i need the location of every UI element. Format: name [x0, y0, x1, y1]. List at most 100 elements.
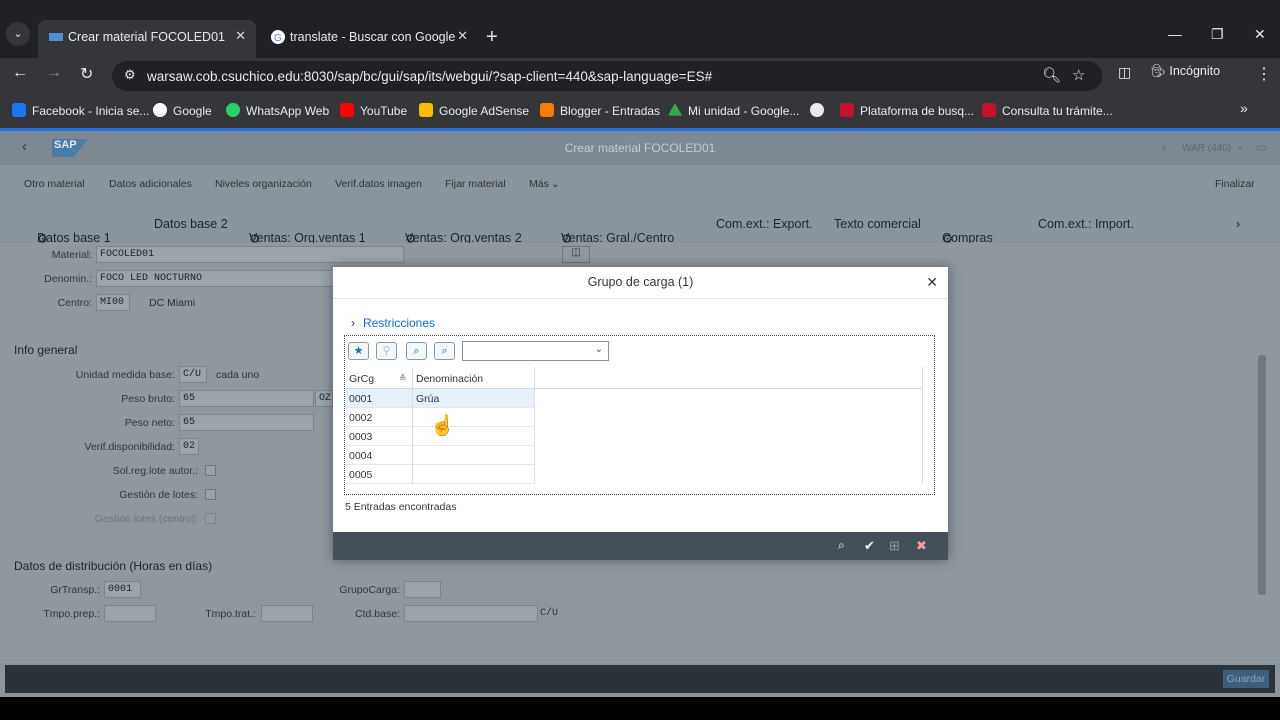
verif-disponibilidad-label: Verif.disponibilidad:	[84, 441, 175, 453]
minimize-icon[interactable]: —	[1168, 26, 1182, 42]
close-tab-icon[interactable]: ✕	[457, 28, 468, 44]
cancel-x-icon[interactable]: ✖	[916, 538, 927, 554]
unidad-medida-field[interactable]: C/U	[179, 366, 207, 383]
url-text: warsaw.cob.csuchico.edu:8030/sap/bc/gui/…	[147, 69, 713, 84]
column-denominacion[interactable]: Denominación	[416, 373, 483, 385]
sort-ascending-icon[interactable]: ≙	[399, 373, 407, 384]
dialog-footer: ⌕ ✔ ⊞ ✖	[333, 532, 948, 560]
dialog-title: Grupo de carga (1)	[587, 275, 694, 289]
address-bar[interactable]: ⚙ warsaw.cob.csuchico.edu:8030/sap/bc/gu…	[112, 61, 1102, 91]
solreg-lote-label: Sol.reg.lote autor.:	[112, 465, 198, 477]
bookmark-drive[interactable]: Mi unidad - Google...	[668, 103, 799, 118]
tab-comext-export[interactable]: Com.ext.: Export.	[716, 217, 813, 231]
bookmark-star-icon[interactable]: ☆	[1072, 66, 1085, 84]
otro-material-button[interactable]: Otro material	[24, 178, 85, 190]
fijar-material-button[interactable]: Fijar material	[445, 178, 506, 190]
forward-icon[interactable]: →	[46, 64, 62, 82]
gestion-lotes-centro-label: Gestión lotes (centro):	[94, 513, 198, 525]
grtransp-field[interactable]: 0001	[104, 581, 141, 598]
sap-tabs: ⚙ Datos base 1 Datos base 2 ⚙ Ventas: Or…	[0, 203, 1280, 246]
close-icon[interactable]: ✕	[926, 274, 938, 291]
search-plus-icon[interactable]: ⌕	[434, 342, 455, 360]
search-icon[interactable]: ⌕	[838, 538, 845, 553]
bookmark-adsense[interactable]: Google AdSense	[419, 103, 529, 118]
chevron-down-icon: ⌄	[551, 178, 560, 190]
back-icon[interactable]: ←	[12, 64, 28, 82]
browser-tab[interactable]: G translate - Buscar con Google ✕	[260, 20, 478, 58]
table-row[interactable]: 0005	[345, 465, 534, 484]
new-tab-icon[interactable]: +	[486, 26, 498, 49]
tab-strip: ⌄ Crear material FOCOLED01 ✕ G translate…	[0, 14, 1280, 58]
favorite-icon[interactable]: ★	[348, 342, 369, 360]
peso-neto-label: Peso neto:	[124, 417, 175, 429]
browser-toolbar: ← → ↻ ⚙ warsaw.cob.csuchico.edu:8030/sap…	[0, 58, 1280, 94]
side-panel-icon[interactable]: ◫	[1118, 64, 1131, 81]
confirm-check-icon[interactable]: ✔	[864, 538, 875, 554]
restricciones-toggle[interactable]: › Restricciones	[351, 316, 435, 330]
row-code: 0005	[349, 469, 373, 481]
bookmark-facebook[interactable]: Facebook - Inicia se...	[12, 103, 149, 118]
dialog-divider	[333, 298, 948, 299]
hand-cursor-icon: ☝	[430, 415, 455, 437]
bookmark-blogger[interactable]: Blogger - Entradas	[540, 103, 660, 118]
feedback-icon[interactable]: ▭	[1256, 140, 1267, 154]
zoom-icon[interactable]: 🔍︎	[1042, 66, 1061, 84]
table-row[interactable]: 0001 Grúa	[345, 389, 534, 408]
gestion-lotes-checkbox[interactable]	[205, 489, 216, 500]
peso-bruto-field[interactable]: 65	[179, 390, 314, 407]
grupocarga-field[interactable]	[404, 581, 441, 598]
solreg-lote-checkbox[interactable]	[205, 465, 216, 476]
tab-texto-comercial[interactable]: Texto comercial	[834, 217, 921, 231]
restore-icon[interactable]: ❐	[1211, 26, 1224, 43]
vertical-scrollbar[interactable]	[1258, 355, 1266, 595]
peso-neto-field[interactable]: 65	[179, 414, 314, 431]
ctd-base-label: Ctd.base:	[355, 608, 400, 620]
guardar-button[interactable]: Guardar	[1223, 670, 1269, 688]
bookmark-plataforma[interactable]: Plataforma de busq...	[840, 103, 974, 118]
bookmark-whatsapp[interactable]: WhatsApp Web	[226, 103, 329, 118]
tab-datos-base-2[interactable]: Datos base 2	[154, 217, 228, 231]
multi-select-icon[interactable]: ⊞	[889, 538, 900, 554]
niveles-organizacion-button[interactable]: Niveles organización	[215, 178, 312, 190]
material-field[interactable]: FOCOLED01	[96, 246, 404, 263]
layout-select[interactable]: ⌄	[462, 341, 609, 361]
google-icon	[153, 103, 167, 117]
chevron-down-icon[interactable]: ⌄	[1236, 141, 1244, 152]
tab-search-button[interactable]: ⌄	[6, 22, 30, 46]
mas-button[interactable]: Más	[529, 178, 549, 190]
bookmark-globe[interactable]	[810, 103, 830, 118]
key-icon[interactable]: ⚲	[376, 342, 397, 360]
details-toggle-icon[interactable]: ◫	[562, 246, 590, 263]
column-grcg[interactable]: GrCg	[349, 373, 374, 385]
incognito-label[interactable]: 🕵︎ Incógnito	[1150, 64, 1220, 79]
centro-field[interactable]: MI00	[96, 294, 130, 311]
close-window-icon[interactable]: ✕	[1254, 26, 1266, 43]
peso-unit-field[interactable]: OZ	[315, 390, 333, 407]
table-row[interactable]: 0004	[345, 446, 534, 465]
ctd-base-unit: C/U	[540, 608, 559, 619]
bookmark-google[interactable]: Google	[153, 103, 212, 118]
tabs-scroll-right-icon[interactable]: ›	[1236, 217, 1240, 231]
bookmark-consulta[interactable]: Consulta tu trámite...	[982, 103, 1113, 118]
column-divider	[412, 367, 413, 484]
datos-adicionales-button[interactable]: Datos adicionales	[109, 178, 192, 190]
verif-disponibilidad-field[interactable]: 02	[179, 438, 199, 455]
chevron-right-icon[interactable]: ›	[1162, 140, 1166, 154]
menu-icon[interactable]: ⋮	[1256, 64, 1272, 84]
verif-datos-imagen-button[interactable]: Verif.datos imagen	[335, 178, 422, 190]
search-icon[interactable]: ⌕	[406, 342, 427, 360]
close-tab-icon[interactable]: ✕	[235, 28, 246, 44]
bookmark-label: WhatsApp Web	[246, 104, 330, 118]
more-bookmarks-icon[interactable]: »	[1240, 100, 1248, 116]
gestion-lotes-centro-checkbox[interactable]	[205, 513, 216, 524]
tmpo-prep-field[interactable]	[104, 605, 156, 622]
bookmark-youtube[interactable]: YouTube	[340, 103, 407, 118]
system-label[interactable]: WAR (440)	[1182, 143, 1231, 154]
denominacion-field[interactable]: FOCO LED NOCTURNO	[96, 270, 336, 287]
finalizar-button[interactable]: Finalizar	[1215, 178, 1255, 190]
ctd-base-field[interactable]	[404, 605, 538, 622]
reload-icon[interactable]: ↻	[80, 64, 93, 84]
tab-comext-import[interactable]: Com.ext.: Import.	[1038, 217, 1134, 231]
browser-tab-active[interactable]: Crear material FOCOLED01 ✕	[38, 20, 256, 58]
site-info-icon[interactable]: ⚙	[124, 67, 136, 83]
